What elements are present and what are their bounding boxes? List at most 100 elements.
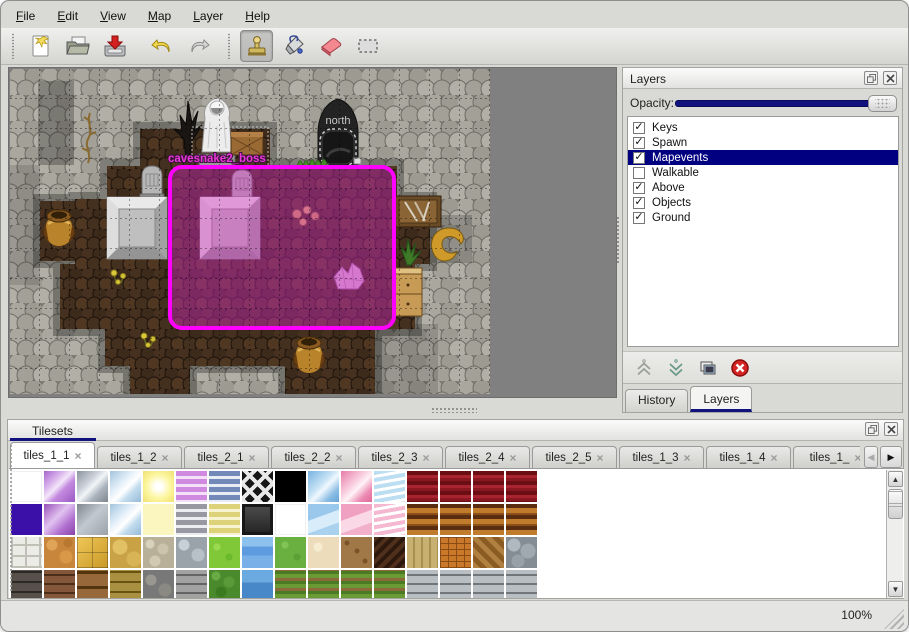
tile-crops[interactable] xyxy=(374,570,405,598)
redo-button[interactable] xyxy=(182,30,215,62)
tile-curtain-red[interactable] xyxy=(473,471,504,502)
menu-item-view[interactable]: View xyxy=(91,6,135,26)
tileset-tab-tiles_1_4[interactable]: tiles_1_4× xyxy=(706,446,791,468)
layer-row-walkable[interactable]: Walkable xyxy=(628,165,898,180)
tile-planks-tan[interactable] xyxy=(407,537,438,568)
tile-white[interactable] xyxy=(11,471,42,502)
tile-pale-yellow[interactable] xyxy=(143,504,174,535)
close-panel-icon[interactable] xyxy=(883,71,897,85)
float-panel-icon[interactable] xyxy=(864,71,878,85)
tile-brick-gray[interactable] xyxy=(407,570,438,598)
tab-close-icon[interactable]: × xyxy=(336,452,343,464)
tileset-tab-tiles_1_1[interactable]: tiles_1_1× xyxy=(10,442,95,468)
horizontal-splitter[interactable] xyxy=(431,407,477,413)
tab-history[interactable]: History xyxy=(625,389,688,412)
tile-glass-blue[interactable] xyxy=(308,471,339,502)
tile-pebble-gray[interactable] xyxy=(176,537,207,568)
layer-row-keys[interactable]: ✓Keys xyxy=(628,120,898,135)
layer-visibility-checkbox[interactable]: ✓ xyxy=(633,137,645,149)
tile-crack-yellow[interactable] xyxy=(110,537,141,568)
tile-wall-yellowstone[interactable] xyxy=(110,570,141,598)
tile-wall-brownbrick[interactable] xyxy=(44,570,75,598)
tile-water[interactable] xyxy=(242,537,273,568)
tile-wall-bigbrick[interactable] xyxy=(77,570,108,598)
tileset-tab-tiles_2_2[interactable]: tiles_2_2× xyxy=(271,446,356,468)
layer-list[interactable]: ✓Keys✓Spawn✓MapeventsWalkable✓Above✓Obje… xyxy=(627,116,899,347)
tile-stripe-violet[interactable] xyxy=(176,471,207,502)
tile-stripe-blue[interactable] xyxy=(209,471,240,502)
tileset-tab-tiles_1_2[interactable]: tiles_1_2× xyxy=(97,446,182,468)
tile-white[interactable] xyxy=(275,504,306,535)
tab-close-icon[interactable]: × xyxy=(75,450,82,462)
tile-wood-planks[interactable] xyxy=(506,504,537,535)
stamp-tool-button[interactable] xyxy=(240,30,273,62)
map-canvas[interactable]: north xyxy=(10,69,490,394)
layer-visibility-checkbox[interactable]: ✓ xyxy=(633,182,645,194)
fill-tool-button[interactable] xyxy=(277,30,310,62)
layer-visibility-checkbox[interactable] xyxy=(633,167,645,179)
map-viewport[interactable]: north xyxy=(8,67,617,398)
tile-curtain-red[interactable] xyxy=(407,471,438,502)
tile-hedge[interactable] xyxy=(209,570,240,598)
tile-black[interactable] xyxy=(275,471,306,502)
tileset-palette[interactable]: ▲ ▼ xyxy=(9,468,904,598)
tile-wood-planks[interactable] xyxy=(440,504,471,535)
tile-grass-green[interactable] xyxy=(275,537,306,568)
tile-pebble-beige[interactable] xyxy=(143,537,174,568)
toolbar-drag-handle[interactable] xyxy=(11,33,16,59)
tile-wall-graybrick[interactable] xyxy=(176,570,207,598)
tile-brick-orange[interactable] xyxy=(440,537,471,568)
tile-glass-purple[interactable] xyxy=(44,471,75,502)
tab-close-icon[interactable]: × xyxy=(597,452,604,464)
tab-close-icon[interactable]: × xyxy=(771,452,778,464)
tileset-tab-tiles_2_4[interactable]: tiles_2_4× xyxy=(445,446,530,468)
tile-glass-pink[interactable] xyxy=(341,471,372,502)
tile-curtain-red[interactable] xyxy=(440,471,471,502)
tileset-tab-tiles_2_5[interactable]: tiles_2_5× xyxy=(532,446,617,468)
layer-visibility-checkbox[interactable]: ✓ xyxy=(633,212,645,224)
menu-item-file[interactable]: File xyxy=(7,6,44,26)
tile-glass-blue-sm[interactable] xyxy=(308,504,339,535)
new-map-button[interactable] xyxy=(24,30,57,62)
tile-glass-gray[interactable] xyxy=(77,471,108,502)
float-tilesets-icon[interactable] xyxy=(865,422,879,436)
tile-wood-planks[interactable] xyxy=(407,504,438,535)
toolbar-drag-handle-2[interactable] xyxy=(227,33,232,59)
tile-crops[interactable] xyxy=(341,570,372,598)
undo-button[interactable] xyxy=(145,30,178,62)
raise-layer-button[interactable] xyxy=(633,357,655,379)
layer-row-above[interactable]: ✓Above xyxy=(628,180,898,195)
tile-stripe-gray[interactable] xyxy=(176,504,207,535)
tile-dirt-dots[interactable] xyxy=(341,537,372,568)
opacity-slider-track[interactable] xyxy=(675,100,871,107)
tab-close-icon[interactable]: × xyxy=(854,452,860,464)
tile-brick-gray[interactable] xyxy=(506,570,537,598)
tab-close-icon[interactable]: × xyxy=(249,452,256,464)
tile-water-wall[interactable] xyxy=(242,570,273,598)
close-tilesets-icon[interactable] xyxy=(884,422,898,436)
tile-roof-dark[interactable] xyxy=(374,537,405,568)
menu-item-layer[interactable]: Layer xyxy=(184,6,232,26)
tilesets-drag-handle[interactable] xyxy=(9,444,14,592)
menu-item-map[interactable]: Map xyxy=(139,6,180,26)
save-map-button[interactable] xyxy=(98,30,131,62)
tile-wall-darkstone[interactable] xyxy=(11,570,42,598)
tileset-tab-tiles_1_3[interactable]: tiles_1_3× xyxy=(619,446,704,468)
menu-item-help[interactable]: Help xyxy=(236,6,279,26)
tile-wall-graypebble[interactable] xyxy=(143,570,174,598)
tile-brick-gray[interactable] xyxy=(440,570,471,598)
tile-stone-path[interactable] xyxy=(11,537,42,568)
tile-slat-blue[interactable] xyxy=(374,471,405,502)
tile-slat-pink[interactable] xyxy=(374,504,405,535)
delete-layer-button[interactable] xyxy=(729,357,751,379)
tile-herringbone[interactable] xyxy=(473,537,504,568)
scrollbar-thumb[interactable] xyxy=(888,489,903,519)
tile-lattice[interactable] xyxy=(242,471,273,502)
tile-glass-gray2[interactable] xyxy=(77,504,108,535)
layer-visibility-checkbox[interactable]: ✓ xyxy=(633,152,645,164)
tile-glass-purple2[interactable] xyxy=(44,504,75,535)
tab-close-icon[interactable]: × xyxy=(510,452,517,464)
scroll-down-icon[interactable]: ▼ xyxy=(888,581,903,597)
tile-plaque[interactable] xyxy=(242,504,273,535)
tab-layers[interactable]: Layers xyxy=(690,386,752,412)
